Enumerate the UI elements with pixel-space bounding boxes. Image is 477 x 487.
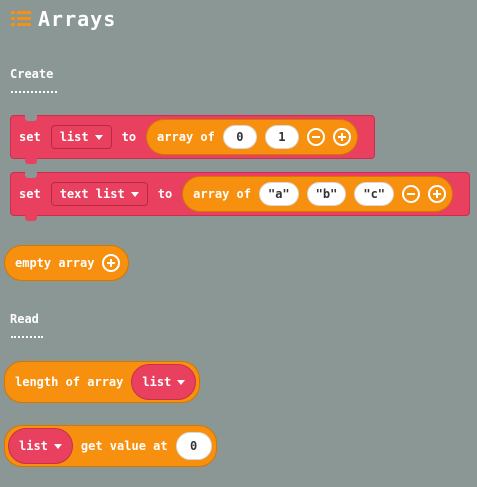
caret-down-icon: [177, 379, 186, 385]
set-list-block[interactable]: set list to array of 0 1: [10, 115, 375, 164]
add-item-icon[interactable]: [332, 128, 351, 146]
block-notch-bottom: [25, 158, 37, 164]
index-value-input[interactable]: 0: [175, 432, 212, 460]
length-of-array-block[interactable]: length of array list: [4, 361, 201, 403]
variable-reporter-label: list: [142, 375, 172, 389]
empty-array-label: empty array: [15, 256, 95, 270]
variable-dropdown-list[interactable]: list: [50, 125, 112, 149]
variable-dropdown-label: list: [59, 130, 89, 144]
caret-down-icon: [130, 191, 139, 197]
block-notch-top: [25, 115, 37, 121]
caret-down-icon: [53, 443, 62, 449]
remove-item-icon[interactable]: [402, 185, 421, 203]
add-item-icon[interactable]: [102, 254, 121, 272]
set-keyword: set: [19, 187, 41, 201]
empty-array-block[interactable]: empty array: [4, 245, 130, 281]
list-icon: [11, 11, 31, 26]
variable-reporter-list[interactable]: list: [8, 428, 73, 464]
variable-reporter-list[interactable]: list: [131, 364, 197, 400]
add-item-icon[interactable]: [428, 185, 447, 203]
array-value-input[interactable]: 1: [264, 125, 299, 149]
set-text-list-block[interactable]: set text list to array of "a" "b" "c": [10, 172, 470, 221]
section-label-read: Read: [10, 312, 39, 326]
block-notch-top: [25, 172, 37, 178]
get-value-at-label: get value at: [80, 439, 168, 453]
section-divider-create: [11, 91, 57, 93]
array-of-block[interactable]: array of "a" "b" "c": [182, 176, 454, 212]
to-keyword: to: [121, 130, 137, 144]
caret-down-icon: [94, 134, 103, 140]
block-notch-bottom: [25, 215, 37, 221]
variable-dropdown-label: text list: [59, 187, 125, 201]
array-of-label: array of: [157, 130, 215, 144]
to-keyword: to: [157, 187, 173, 201]
array-of-label: array of: [193, 187, 251, 201]
length-of-array-label: length of array: [15, 375, 124, 389]
section-label-create: Create: [10, 67, 54, 81]
set-keyword: set: [19, 130, 41, 144]
array-value-input[interactable]: "b": [306, 182, 347, 206]
array-value-input[interactable]: 0: [222, 125, 257, 149]
array-value-input[interactable]: "c": [354, 182, 395, 206]
category-header: Arrays: [10, 4, 116, 34]
remove-item-icon[interactable]: [306, 128, 325, 146]
variable-reporter-label: list: [19, 439, 48, 453]
category-title: Arrays: [38, 7, 117, 31]
array-value-input[interactable]: "a": [258, 182, 299, 206]
variable-dropdown-text-list[interactable]: text list: [50, 182, 148, 206]
array-of-block[interactable]: array of 0 1: [146, 119, 358, 155]
get-value-at-block[interactable]: list get value at 0: [4, 425, 217, 467]
section-divider-read: [11, 336, 43, 338]
